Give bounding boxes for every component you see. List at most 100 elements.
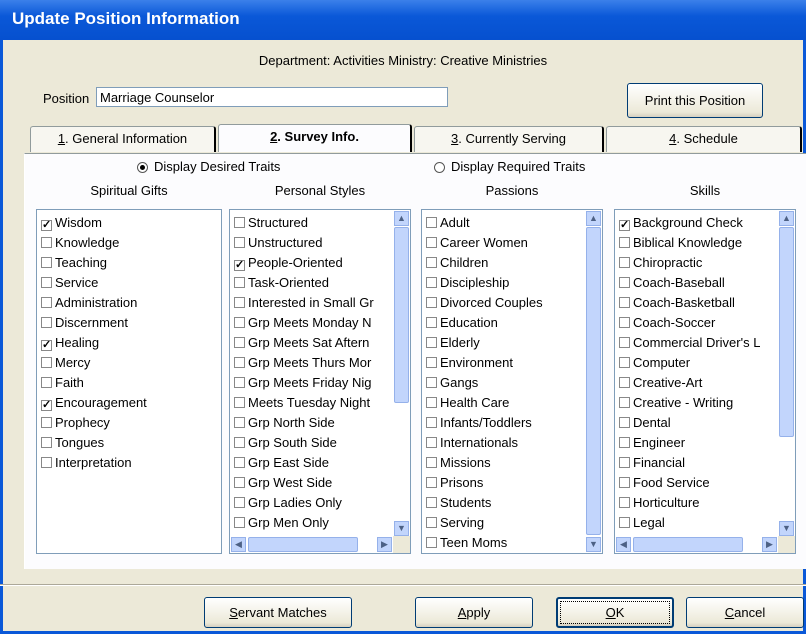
checkbox-unchecked-icon[interactable] — [426, 297, 437, 308]
list-item[interactable]: Children — [426, 253, 543, 273]
list-item[interactable]: Health Care — [426, 393, 543, 413]
list-item[interactable]: Internationals — [426, 433, 543, 453]
checkbox-unchecked-icon[interactable] — [619, 417, 630, 428]
checkbox-checked-icon[interactable]: ✓ — [41, 220, 52, 231]
list-item[interactable]: Career Women — [426, 233, 543, 253]
checkbox-unchecked-icon[interactable] — [234, 417, 245, 428]
list-item[interactable]: Coach-Baseball — [619, 273, 760, 293]
list-item[interactable]: ✓ Healing — [41, 333, 147, 353]
list-item[interactable]: Divorced Couples — [426, 293, 543, 313]
checkbox-unchecked-icon[interactable] — [426, 277, 437, 288]
checkbox-unchecked-icon[interactable] — [426, 357, 437, 368]
list-item[interactable]: Knowledge — [41, 233, 147, 253]
checkbox-unchecked-icon[interactable] — [426, 257, 437, 268]
apply-button[interactable]: Apply — [415, 597, 533, 628]
checkbox-unchecked-icon[interactable] — [426, 377, 437, 388]
list-item[interactable]: Teaching — [41, 253, 147, 273]
list-item[interactable]: Serving — [426, 513, 543, 533]
personal-styles-vscrollbar[interactable]: ▲ ▼ — [393, 210, 410, 537]
list-item[interactable]: Environment — [426, 353, 543, 373]
checkbox-unchecked-icon[interactable] — [234, 517, 245, 528]
checkbox-unchecked-icon[interactable] — [234, 437, 245, 448]
list-item[interactable]: Interested in Small Gr — [234, 293, 374, 313]
checkbox-unchecked-icon[interactable] — [619, 337, 630, 348]
scroll-up-arrow-icon[interactable]: ▲ — [586, 211, 601, 226]
checkbox-unchecked-icon[interactable] — [41, 237, 52, 248]
checkbox-unchecked-icon[interactable] — [41, 377, 52, 388]
list-item[interactable]: Administration — [41, 293, 147, 313]
tab-survey-info[interactable]: 2. Survey Info. — [218, 124, 412, 152]
list-item[interactable]: Missions — [426, 453, 543, 473]
list-item[interactable]: Creative-Art — [619, 373, 760, 393]
list-item[interactable]: Food Service — [619, 473, 760, 493]
checkbox-unchecked-icon[interactable] — [619, 457, 630, 468]
checkbox-checked-icon[interactable]: ✓ — [619, 220, 630, 231]
list-item[interactable]: Meets Tuesday Night — [234, 393, 374, 413]
list-item[interactable]: Discipleship — [426, 273, 543, 293]
skills-list[interactable]: ✓ Background Check Biblical Knowledge Chiro… — [614, 209, 796, 554]
list-item[interactable]: Discernment — [41, 313, 147, 333]
list-item[interactable]: Grp Ladies Only — [234, 493, 374, 513]
list-item[interactable]: Service — [41, 273, 147, 293]
list-item[interactable]: Prisons — [426, 473, 543, 493]
list-item[interactable]: ✓ Wisdom — [41, 213, 147, 233]
checkbox-unchecked-icon[interactable] — [234, 317, 245, 328]
list-item[interactable]: ✓ Background Check — [619, 213, 760, 233]
checkbox-checked-icon[interactable]: ✓ — [234, 260, 245, 271]
display-desired-radio[interactable]: Display Desired Traits — [137, 159, 280, 174]
checkbox-unchecked-icon[interactable] — [426, 317, 437, 328]
scroll-right-arrow-icon[interactable]: ▶ — [762, 537, 777, 552]
checkbox-unchecked-icon[interactable] — [234, 297, 245, 308]
checkbox-unchecked-icon[interactable] — [426, 457, 437, 468]
list-item[interactable]: Teen Moms — [426, 533, 543, 553]
list-item[interactable]: Coach-Soccer — [619, 313, 760, 333]
list-item[interactable]: Computer — [619, 353, 760, 373]
checkbox-unchecked-icon[interactable] — [234, 497, 245, 508]
checkbox-unchecked-icon[interactable] — [234, 237, 245, 248]
skills-hscrollbar[interactable]: ◀ ▶ — [615, 536, 778, 553]
checkbox-checked-icon[interactable]: ✓ — [41, 340, 52, 351]
list-item[interactable]: Adult — [426, 213, 543, 233]
scroll-down-arrow-icon[interactable]: ▼ — [779, 521, 794, 536]
checkbox-unchecked-icon[interactable] — [234, 357, 245, 368]
checkbox-unchecked-icon[interactable] — [619, 277, 630, 288]
checkbox-unchecked-icon[interactable] — [426, 437, 437, 448]
scroll-up-arrow-icon[interactable]: ▲ — [394, 211, 409, 226]
list-item[interactable]: Grp West Side — [234, 473, 374, 493]
list-item[interactable]: Elderly — [426, 333, 543, 353]
scroll-left-arrow-icon[interactable]: ◀ — [616, 537, 631, 552]
list-item[interactable]: Interpretation — [41, 453, 147, 473]
list-item[interactable]: Biblical Knowledge — [619, 233, 760, 253]
display-required-radio[interactable]: Display Required Traits — [434, 159, 585, 174]
checkbox-unchecked-icon[interactable] — [619, 317, 630, 328]
scroll-left-arrow-icon[interactable]: ◀ — [231, 537, 246, 552]
checkbox-checked-icon[interactable]: ✓ — [41, 400, 52, 411]
list-item[interactable]: Creative - Writing — [619, 393, 760, 413]
list-item[interactable]: Grp South Side — [234, 433, 374, 453]
list-item[interactable]: Grp Meets Monday N — [234, 313, 374, 333]
scroll-thumb[interactable] — [779, 227, 794, 437]
checkbox-unchecked-icon[interactable] — [41, 317, 52, 328]
tab-currently-serving[interactable]: 3. Currently Serving — [414, 126, 604, 152]
checkbox-unchecked-icon[interactable] — [426, 217, 437, 228]
spiritual-gifts-list[interactable]: ✓ Wisdom Knowledge Teaching Service Administr… — [36, 209, 222, 554]
tab-schedule[interactable]: 4. Schedule — [606, 126, 802, 152]
list-item[interactable]: Grp East Side — [234, 453, 374, 473]
checkbox-unchecked-icon[interactable] — [619, 437, 630, 448]
checkbox-unchecked-icon[interactable] — [426, 477, 437, 488]
checkbox-unchecked-icon[interactable] — [234, 277, 245, 288]
list-item[interactable]: Unstructured — [234, 233, 374, 253]
checkbox-unchecked-icon[interactable] — [41, 257, 52, 268]
checkbox-unchecked-icon[interactable] — [619, 357, 630, 368]
list-item[interactable]: Grp Meets Thurs Mor — [234, 353, 374, 373]
passions-vscrollbar[interactable]: ▲ ▼ — [585, 210, 602, 553]
list-item[interactable]: Grp Men Only — [234, 513, 374, 533]
scroll-up-arrow-icon[interactable]: ▲ — [779, 211, 794, 226]
checkbox-unchecked-icon[interactable] — [426, 537, 437, 548]
ok-button[interactable]: OK — [556, 597, 674, 628]
checkbox-unchecked-icon[interactable] — [619, 377, 630, 388]
checkbox-unchecked-icon[interactable] — [426, 237, 437, 248]
print-position-button[interactable]: Print this Position — [627, 83, 763, 118]
list-item[interactable]: Faith — [41, 373, 147, 393]
checkbox-unchecked-icon[interactable] — [619, 397, 630, 408]
